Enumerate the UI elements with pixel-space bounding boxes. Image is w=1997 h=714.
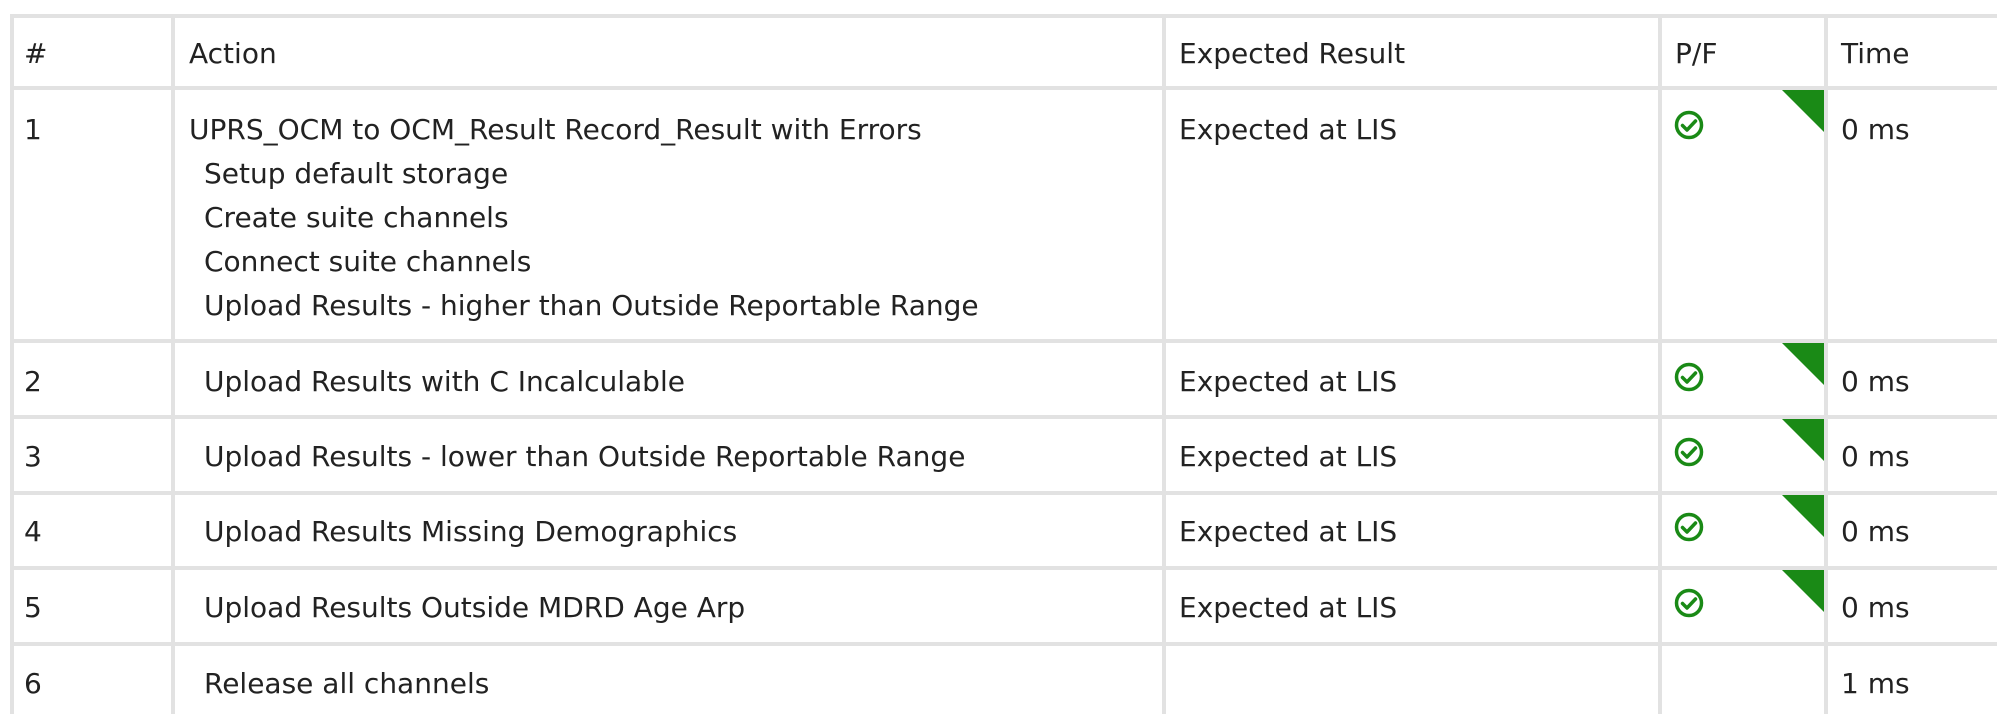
action-text: Upload Results Missing Demographics	[204, 515, 738, 548]
time-value: 0 ms	[1841, 591, 1910, 624]
action-text: Upload Results - lower than Outside Repo…	[204, 440, 966, 473]
corner-flag-icon	[1782, 90, 1824, 132]
column-header-pass-fail: P/F	[1675, 37, 1718, 70]
row-number: 1	[24, 113, 42, 146]
sub-step: Create suite channels	[204, 201, 509, 234]
action-text: Release all channels	[204, 667, 490, 700]
corner-flag-icon	[1782, 570, 1824, 612]
row-number: 2	[24, 365, 42, 398]
row-number: 6	[24, 667, 42, 700]
check-circle-icon	[1674, 437, 1704, 467]
time-value: 0 ms	[1841, 515, 1910, 548]
grid-line	[171, 14, 175, 714]
row-number: 3	[24, 440, 42, 473]
row-number: 4	[24, 515, 42, 548]
grid-line	[1162, 14, 1166, 714]
corner-flag-icon	[1782, 343, 1824, 385]
time-value: 1 ms	[1841, 667, 1910, 700]
action-text: UPRS_OCM to OCM_Result Record_Result wit…	[189, 113, 922, 146]
grid-line	[10, 491, 1997, 495]
results-table: # Action Expected Result P/F Time 1 UPRS…	[10, 14, 1997, 714]
grid-line	[10, 415, 1997, 419]
corner-flag-icon	[1782, 495, 1824, 537]
sub-step: Connect suite channels	[204, 245, 532, 278]
check-circle-icon	[1674, 362, 1704, 392]
column-header-number: #	[24, 37, 48, 70]
expected-result: Expected at LIS	[1179, 440, 1398, 473]
sub-step: Setup default storage	[204, 157, 509, 190]
grid-line	[10, 14, 1997, 18]
time-value: 0 ms	[1841, 440, 1910, 473]
grid-line	[10, 14, 14, 714]
action-text: Upload Results with C Incalculable	[204, 365, 685, 398]
column-header-expected-result: Expected Result	[1179, 37, 1406, 70]
grid-line	[10, 339, 1997, 343]
time-value: 0 ms	[1841, 365, 1910, 398]
check-circle-icon	[1674, 588, 1704, 618]
grid-line	[10, 642, 1997, 646]
expected-result: Expected at LIS	[1179, 113, 1398, 146]
sub-step: Upload Results - higher than Outside Rep…	[204, 289, 979, 322]
grid-line	[1824, 14, 1828, 714]
grid-line	[10, 566, 1997, 570]
grid-line	[1658, 14, 1662, 714]
check-circle-icon	[1674, 110, 1704, 140]
row-number: 5	[24, 591, 42, 624]
time-value: 0 ms	[1841, 113, 1910, 146]
expected-result: Expected at LIS	[1179, 515, 1398, 548]
column-header-time: Time	[1841, 37, 1910, 70]
check-circle-icon	[1674, 512, 1704, 542]
expected-result: Expected at LIS	[1179, 591, 1398, 624]
corner-flag-icon	[1782, 419, 1824, 461]
grid-line	[10, 86, 1997, 90]
expected-result: Expected at LIS	[1179, 365, 1398, 398]
action-text: Upload Results Outside MDRD Age Arp	[204, 591, 746, 624]
column-header-action: Action	[189, 37, 277, 70]
